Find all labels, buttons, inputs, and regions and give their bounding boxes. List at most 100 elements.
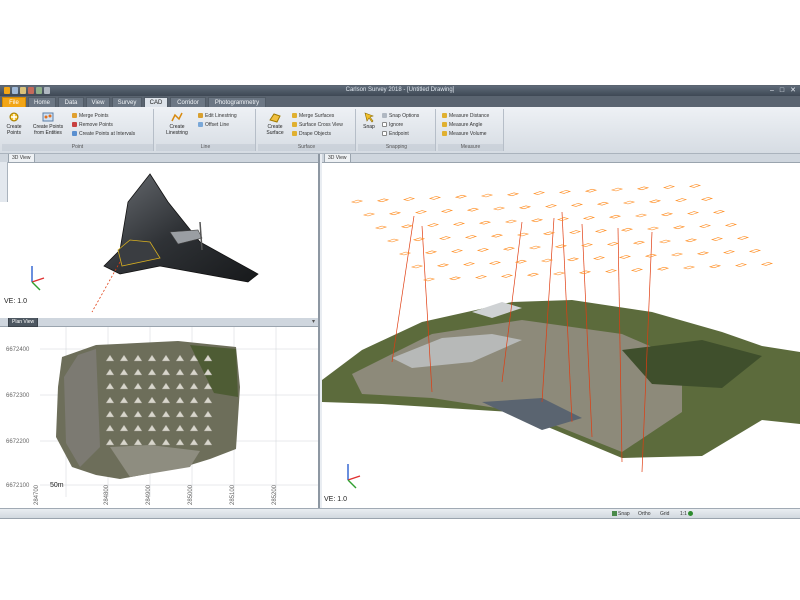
remove-icon xyxy=(72,122,77,128)
ribbon-group-point: Create Points Create Points from Entitie… xyxy=(2,109,154,151)
axis-triad-icon xyxy=(31,266,45,291)
window-title: Carlson Survey 2018 - [Untitled Drawing] xyxy=(345,87,455,93)
offset-line-button[interactable]: Offset Line xyxy=(198,121,229,129)
camera-marker xyxy=(488,261,502,265)
axis-triad-icon xyxy=(347,464,361,489)
snap-button[interactable]: Snap xyxy=(360,111,378,142)
create-points-from-entities-button[interactable]: Create Points from Entities xyxy=(28,111,68,142)
camera-marker xyxy=(630,268,644,272)
edit-linestring-button[interactable]: Edit Linestring xyxy=(198,112,237,120)
camera-marker xyxy=(466,207,480,212)
drone-3d-viewport[interactable] xyxy=(0,162,318,318)
camera-marker xyxy=(362,212,376,217)
drone-wing-shape xyxy=(103,173,259,283)
camera-marker xyxy=(594,229,608,233)
interval-icon xyxy=(72,131,77,137)
remove-points-button[interactable]: Remove Points xyxy=(72,121,113,129)
vertical-exaggeration-label-right: VE: 1.0 xyxy=(324,496,347,503)
camera-marker xyxy=(462,262,476,266)
snap-options-button[interactable]: Snap Options xyxy=(382,112,419,120)
camera-marker xyxy=(490,233,504,238)
create-surface-button[interactable]: Create Surface xyxy=(261,111,289,142)
camera-marker xyxy=(568,230,582,234)
angle-icon xyxy=(442,122,447,128)
camera-marker xyxy=(544,204,558,208)
plan-x-axis-labels: 284700 284800 284900 285000 285100 28520… xyxy=(34,484,278,505)
tab-plan-view[interactable]: Plan View xyxy=(8,318,39,327)
status-snap[interactable]: Snap xyxy=(612,510,630,518)
camera-marker xyxy=(438,236,452,240)
endpoint-checkbox[interactable]: Endpoint xyxy=(382,130,409,138)
tab-file[interactable]: File xyxy=(2,97,26,107)
options-icon xyxy=(382,113,387,119)
tab-cad[interactable]: CAD xyxy=(144,97,168,107)
camera-marker xyxy=(648,199,662,204)
create-points-button[interactable]: Create Points xyxy=(3,111,25,142)
merge-points-button[interactable]: Merge Points xyxy=(72,112,108,120)
measure-angle-button[interactable]: Measure Angle xyxy=(442,121,482,129)
ribbon-group-surface: Create Surface Merge Surfaces Surface Cr… xyxy=(258,109,356,151)
tab-home[interactable]: Home xyxy=(28,97,56,107)
tab-photogrammetry[interactable]: Photogrammetry xyxy=(208,97,266,107)
camera-marker xyxy=(580,243,594,247)
status-grid[interactable]: Grid xyxy=(660,510,669,518)
camera-marker xyxy=(570,203,584,207)
camera-marker xyxy=(620,227,634,232)
camera-marker xyxy=(582,216,596,220)
measure-volume-button[interactable]: Measure Volume xyxy=(442,130,487,138)
camera-marker xyxy=(696,251,710,256)
camera-marker xyxy=(610,187,624,192)
x-tick: 285100 xyxy=(230,484,236,505)
camera-marker xyxy=(622,200,636,205)
ignore-checkbox[interactable]: Ignore xyxy=(382,121,403,129)
close-button[interactable]: ✕ xyxy=(790,87,796,94)
camera-marker xyxy=(516,232,530,237)
camera-marker xyxy=(604,269,618,273)
camera-marker xyxy=(464,235,478,239)
merge-surfaces-button[interactable]: Merge Surfaces xyxy=(292,112,334,120)
camera-marker xyxy=(634,213,648,218)
camera-marker xyxy=(682,265,696,270)
snap-icon xyxy=(363,111,375,123)
camera-marker xyxy=(736,236,750,240)
tab-data[interactable]: Data xyxy=(58,97,84,107)
camera-marker xyxy=(502,246,516,251)
camera-ray-line xyxy=(91,261,121,313)
camera-marker xyxy=(400,224,414,229)
scale-bar-label: 50m xyxy=(50,482,64,489)
tab-survey[interactable]: Survey xyxy=(112,97,142,107)
camera-marker xyxy=(722,250,736,254)
camera-marker xyxy=(608,214,622,219)
camera-marker xyxy=(540,258,554,263)
drape-objects-button[interactable]: Drape Objects xyxy=(292,130,331,138)
camera-marker xyxy=(504,219,518,224)
group-label-measure: Measure xyxy=(438,144,503,151)
camera-marker xyxy=(386,238,400,243)
camera-marker xyxy=(596,201,610,206)
camera-marker xyxy=(708,264,722,269)
camera-marker xyxy=(424,250,438,255)
maximize-button[interactable]: □ xyxy=(780,87,784,94)
create-linestring-button[interactable]: Create Linestring xyxy=(162,111,192,142)
camera-marker xyxy=(558,190,572,194)
camera-marker xyxy=(660,212,674,217)
x-tick: 285000 xyxy=(188,484,194,505)
camera-marker xyxy=(426,223,440,227)
surface-cross-view-button[interactable]: Surface Cross View xyxy=(292,121,343,129)
create-points-intervals-button[interactable]: Create Points at Intervals xyxy=(72,130,135,138)
camera-marker xyxy=(448,276,462,281)
tab-corridor[interactable]: Corridor xyxy=(170,97,206,107)
status-ortho[interactable]: Ortho xyxy=(638,510,651,518)
application-window: Carlson Survey 2018 - [Untitled Drawing]… xyxy=(0,85,800,519)
minimize-button[interactable]: – xyxy=(770,87,774,94)
plan-view-map[interactable]: 6672400 6672300 6672200 6672100 284700 2… xyxy=(0,327,318,508)
close-plan-view-icon[interactable]: ▾ xyxy=(312,318,315,326)
point-cloud-3d-viewport[interactable] xyxy=(322,162,800,508)
x-tick: 285200 xyxy=(272,484,278,505)
camera-marker xyxy=(428,196,442,200)
y-tick: 6672400 xyxy=(6,347,30,353)
tab-view[interactable]: View xyxy=(86,97,110,107)
measure-distance-button[interactable]: Measure Distance xyxy=(442,112,489,120)
camera-marker xyxy=(492,206,506,211)
point-add-icon xyxy=(8,111,20,123)
